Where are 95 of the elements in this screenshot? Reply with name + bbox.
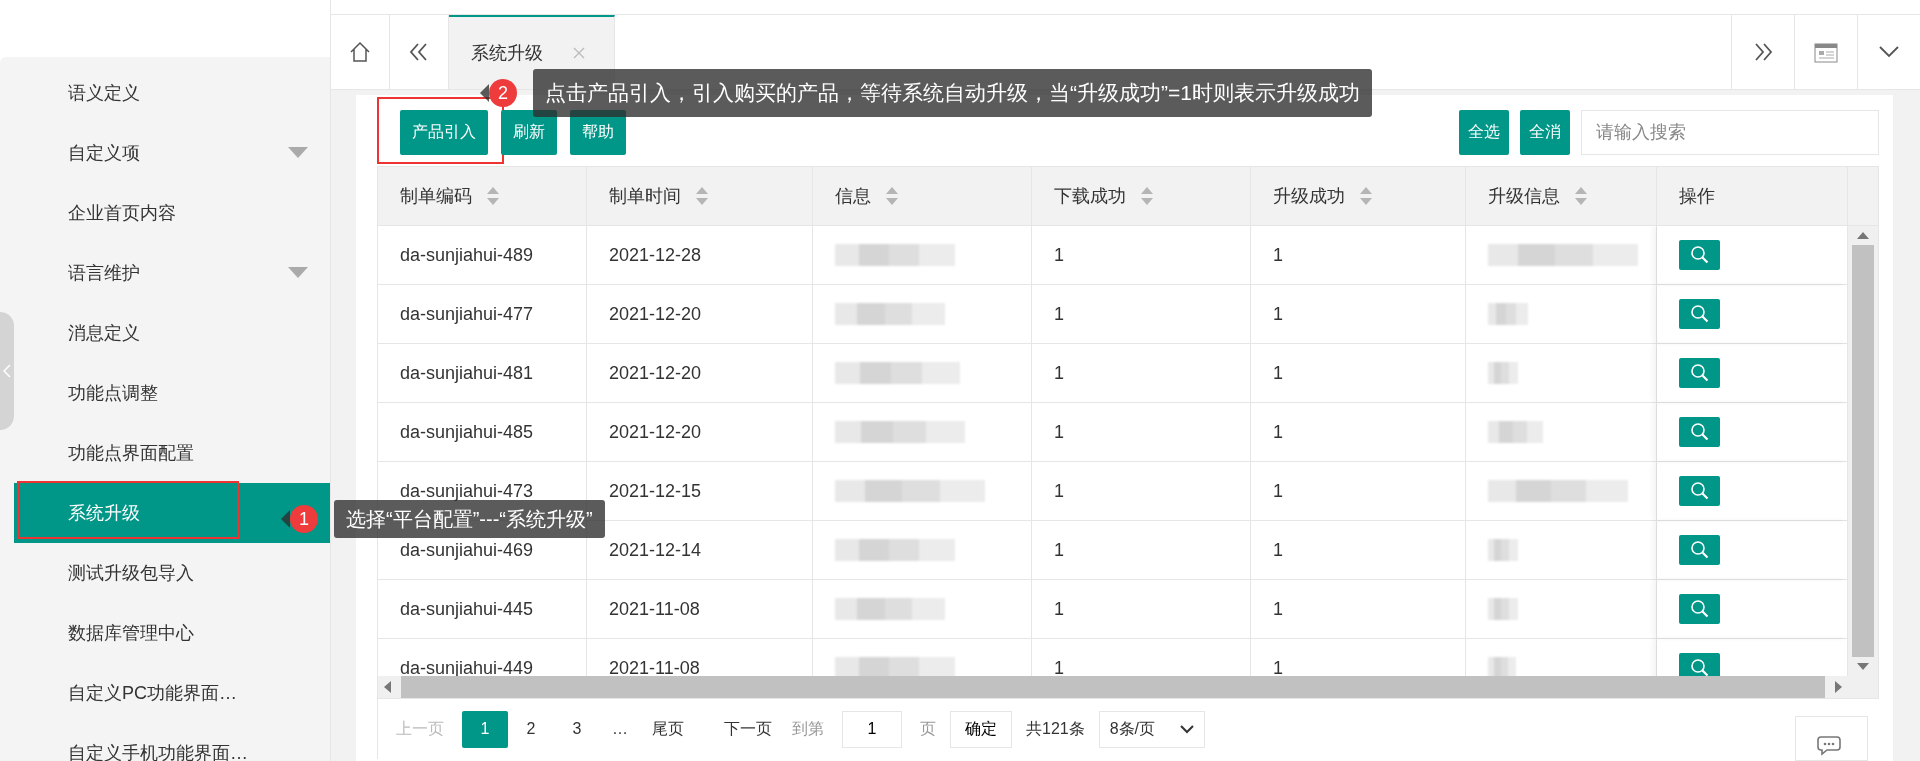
view-button[interactable] bbox=[1679, 358, 1720, 388]
last-page-link[interactable]: 尾页 bbox=[652, 718, 684, 740]
sidebar-item[interactable]: 自定义PC功能界面… bbox=[14, 663, 330, 723]
sidebar-item[interactable]: 企业首页内容 bbox=[14, 183, 330, 243]
arrow-up-icon bbox=[1857, 232, 1869, 239]
search-icon bbox=[1689, 658, 1710, 676]
page-number[interactable]: 2 bbox=[508, 710, 554, 748]
sidebar-item[interactable]: 测试升级包导入 bbox=[14, 543, 330, 603]
table-cell: da-sunjiahui-445 bbox=[378, 580, 587, 638]
table-cell: 2021-12-14 bbox=[587, 521, 813, 579]
search-icon bbox=[1689, 481, 1710, 501]
table-cell: 1 bbox=[1251, 344, 1466, 402]
view-button[interactable] bbox=[1679, 476, 1720, 506]
vertical-scrollbar[interactable] bbox=[1848, 226, 1878, 676]
double-chevron-left-icon bbox=[409, 43, 429, 61]
tooltip-pointer bbox=[480, 84, 489, 102]
page-input[interactable]: 1 bbox=[842, 710, 902, 748]
table-cell: 2021-12-28 bbox=[587, 226, 813, 284]
search-icon bbox=[1689, 304, 1710, 324]
column-header[interactable]: 制单编码 bbox=[378, 167, 587, 225]
toolbar-button[interactable]: 产品引入 bbox=[400, 110, 488, 155]
table-cell: 1 bbox=[1251, 403, 1466, 461]
ellipsis: … bbox=[612, 720, 628, 738]
column-header[interactable]: 制单时间 bbox=[587, 167, 813, 225]
calendar-icon bbox=[1814, 41, 1838, 63]
confirm-button[interactable]: 确定 bbox=[950, 710, 1012, 748]
step-badge: 2 bbox=[489, 79, 517, 107]
sidebar-item[interactable]: 消息定义 bbox=[14, 303, 330, 363]
table-cell: 1 bbox=[1251, 285, 1466, 343]
toolbar-button[interactable]: 全消 bbox=[1520, 110, 1570, 155]
table-cell: 1 bbox=[1032, 580, 1251, 638]
callout-tooltip: 点击产品引入，引入购买的产品，等待系统自动升级，当“升级成功”=1时则表示升级成功 bbox=[533, 69, 1372, 117]
table-cell: 2021-11-08 bbox=[587, 580, 813, 638]
table-cell: da-sunjiahui-481 bbox=[378, 344, 587, 402]
sidebar-item[interactable]: 功能点调整 bbox=[14, 363, 330, 423]
table-cell: 1 bbox=[1032, 344, 1251, 402]
page-size-select[interactable]: 8条/页 bbox=[1098, 710, 1205, 748]
view-button[interactable] bbox=[1679, 417, 1720, 447]
arrow-left-icon bbox=[384, 681, 391, 693]
view-button[interactable] bbox=[1679, 653, 1720, 676]
arrow-right-icon bbox=[1835, 681, 1842, 693]
collapse-handle[interactable] bbox=[0, 312, 14, 430]
table-cell: 1 bbox=[1032, 226, 1251, 284]
table-cell: 2021-12-20 bbox=[587, 403, 813, 461]
sidebar-item[interactable]: 自定义项 bbox=[14, 123, 330, 183]
column-header[interactable]: 升级信息 bbox=[1466, 167, 1657, 225]
close-icon bbox=[573, 47, 585, 59]
chevron-down-icon bbox=[1879, 46, 1899, 58]
table-cell: da-sunjiahui-489 bbox=[378, 226, 587, 284]
table-cell: 1 bbox=[1032, 285, 1251, 343]
table-cell: da-sunjiahui-477 bbox=[378, 285, 587, 343]
next-page-link[interactable]: 下一页 bbox=[724, 718, 772, 740]
chevron-down-icon bbox=[1179, 724, 1194, 734]
table-cell: 2021-12-20 bbox=[587, 344, 813, 402]
home-icon bbox=[349, 41, 371, 63]
table-cell: 1 bbox=[1251, 226, 1466, 284]
table-cell: 1 bbox=[1251, 462, 1466, 520]
sidebar-item[interactable]: 数据库管理中心 bbox=[14, 603, 330, 663]
sidebar-item[interactable]: 功能点界面配置 bbox=[14, 423, 330, 483]
page-number[interactable]: 3 bbox=[554, 710, 600, 748]
search-icon bbox=[1689, 422, 1710, 442]
goto-label: 到第 bbox=[792, 718, 824, 739]
page-number[interactable]: 1 bbox=[462, 710, 508, 748]
sidebar-item[interactable]: 语义定义 bbox=[14, 63, 330, 123]
table-cell: 2021-12-20 bbox=[587, 285, 813, 343]
search-icon bbox=[1689, 245, 1710, 265]
column-header[interactable]: 信息 bbox=[813, 167, 1032, 225]
column-header: 操作 bbox=[1657, 167, 1848, 225]
arrow-down-icon bbox=[1857, 663, 1869, 670]
total-count: 共121条 bbox=[1026, 718, 1085, 739]
double-chevron-right-icon bbox=[1753, 43, 1773, 61]
search-field[interactable]: 请输入搜索 bbox=[1581, 110, 1879, 155]
view-button[interactable] bbox=[1679, 299, 1720, 329]
table-cell: 1 bbox=[1251, 580, 1466, 638]
chevron-left-icon bbox=[3, 364, 11, 378]
horizontal-scrollbar[interactable] bbox=[378, 676, 1878, 698]
sidebar-item[interactable]: 自定义手机功能界面… bbox=[14, 723, 330, 761]
table-cell: 1 bbox=[1251, 521, 1466, 579]
view-button[interactable] bbox=[1679, 240, 1720, 270]
view-button[interactable] bbox=[1679, 594, 1720, 624]
toolbar-button[interactable]: 全选 bbox=[1459, 110, 1509, 155]
search-icon bbox=[1689, 540, 1710, 560]
chat-button[interactable] bbox=[1795, 716, 1868, 761]
table-cell: da-sunjiahui-485 bbox=[378, 403, 587, 461]
search-icon bbox=[1689, 363, 1710, 383]
column-header[interactable]: 下载成功 bbox=[1032, 167, 1251, 225]
page-unit-label: 页 bbox=[920, 718, 936, 739]
table-cell: 1 bbox=[1032, 521, 1251, 579]
sidebar-item[interactable]: 语言维护 bbox=[14, 243, 330, 303]
table-cell: 1 bbox=[1032, 462, 1251, 520]
search-icon bbox=[1689, 599, 1710, 619]
toolbar-button[interactable]: 刷新 bbox=[501, 110, 557, 155]
table-cell: 1 bbox=[1032, 403, 1251, 461]
view-button[interactable] bbox=[1679, 535, 1720, 565]
column-header[interactable]: 升级成功 bbox=[1251, 167, 1466, 225]
